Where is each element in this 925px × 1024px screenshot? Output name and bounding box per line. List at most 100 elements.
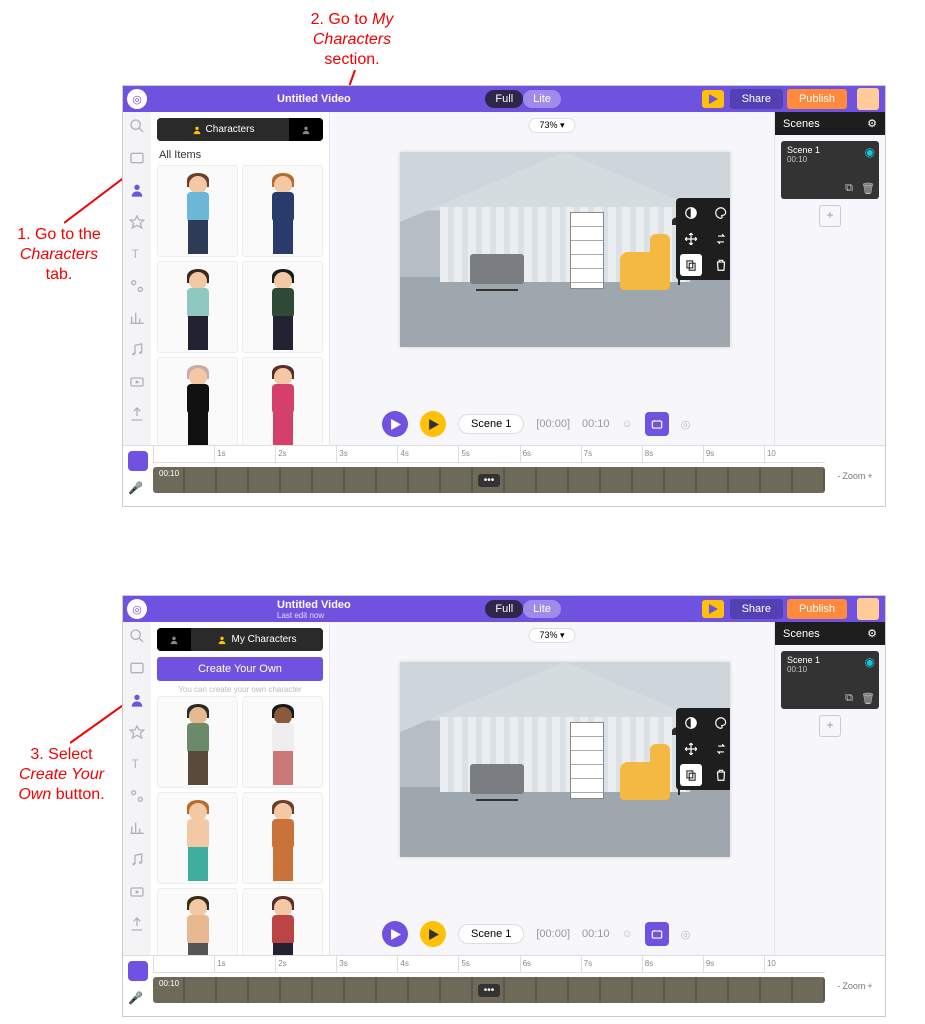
play-button[interactable]: [702, 90, 724, 108]
characters-icon[interactable]: [129, 182, 145, 198]
character-item[interactable]: [242, 888, 323, 955]
tab-characters[interactable]: Characters: [157, 118, 289, 141]
tab-my-characters[interactable]: My Characters: [191, 628, 323, 651]
zoom-selector[interactable]: 73% ▾: [528, 118, 575, 133]
tool-palette[interactable]: [710, 202, 730, 224]
timeline-video-icon[interactable]: [128, 961, 148, 981]
timeline-track[interactable]: 00:10•••: [153, 977, 825, 1003]
add-scene-button[interactable]: +: [819, 715, 841, 737]
play-all[interactable]: [420, 411, 446, 437]
tab-characters[interactable]: [157, 628, 191, 651]
character-item[interactable]: [242, 261, 323, 353]
timeline-zoom[interactable]: - Zoom +: [825, 446, 885, 506]
tool-palette[interactable]: [710, 712, 730, 734]
play-scene[interactable]: [382, 411, 408, 437]
pose-icon[interactable]: ☺: [622, 928, 633, 940]
stage[interactable]: [400, 152, 730, 347]
user-avatar[interactable]: [857, 598, 879, 620]
scene-chip[interactable]: Scene 1: [458, 924, 524, 944]
timeline-zoom[interactable]: - Zoom +: [825, 956, 885, 1016]
character-item[interactable]: [157, 792, 238, 884]
target-icon[interactable]: ◎: [681, 928, 691, 941]
upload-icon[interactable]: [129, 406, 145, 422]
character-item[interactable]: [242, 792, 323, 884]
scenes-settings-icon[interactable]: ⚙: [867, 627, 877, 640]
characters-icon[interactable]: [129, 692, 145, 708]
tool-contrast[interactable]: [680, 202, 702, 224]
topbar: ◎ Untitled Video Last edit now Full Lite…: [123, 596, 885, 622]
tool-delete[interactable]: [710, 764, 730, 786]
effects-icon[interactable]: [129, 278, 145, 294]
upload-icon[interactable]: [129, 916, 145, 932]
video-icon[interactable]: [129, 374, 145, 390]
effects-icon[interactable]: [129, 788, 145, 804]
mode-full[interactable]: Full: [485, 600, 523, 618]
scene-thumbnail[interactable]: Scene 1 00:10 ◉ ⧉🗑: [781, 651, 879, 709]
tool-contrast[interactable]: [680, 712, 702, 734]
search-icon[interactable]: [129, 628, 145, 644]
scene-delete-icon[interactable]: 🗑: [861, 692, 875, 705]
props-icon[interactable]: [129, 724, 145, 740]
backgrounds-icon[interactable]: [129, 660, 145, 676]
create-your-own-button[interactable]: Create Your Own: [157, 657, 323, 681]
timeline-video-icon[interactable]: [128, 451, 148, 471]
track-menu[interactable]: •••: [478, 474, 501, 487]
camera-icon[interactable]: [645, 922, 669, 946]
timeline-track[interactable]: 00:10•••: [153, 467, 825, 493]
add-scene-button[interactable]: +: [819, 205, 841, 227]
timeline-mic-icon[interactable]: 🎤: [128, 481, 148, 501]
tool-copy[interactable]: [680, 254, 702, 276]
character-item[interactable]: [242, 696, 323, 788]
app-logo[interactable]: ◎: [127, 599, 147, 619]
tool-swap[interactable]: [710, 228, 730, 250]
music-icon[interactable]: [129, 342, 145, 358]
props-icon[interactable]: [129, 214, 145, 230]
track-menu[interactable]: •••: [478, 984, 501, 997]
tool-delete[interactable]: [710, 254, 730, 276]
scene-chip[interactable]: Scene 1: [458, 414, 524, 434]
play-button[interactable]: [702, 600, 724, 618]
scene-copy-icon[interactable]: ⧉: [845, 182, 853, 195]
tool-move[interactable]: [680, 228, 702, 250]
app-logo[interactable]: ◎: [127, 89, 147, 109]
video-icon[interactable]: [129, 884, 145, 900]
character-item[interactable]: [157, 261, 238, 353]
search-icon[interactable]: [129, 118, 145, 134]
pose-icon[interactable]: ☺: [622, 418, 633, 430]
user-avatar[interactable]: [857, 88, 879, 110]
scene-copy-icon[interactable]: ⧉: [845, 692, 853, 705]
mode-lite[interactable]: Lite: [523, 90, 561, 108]
zoom-selector[interactable]: 73% ▾: [528, 628, 575, 643]
publish-button[interactable]: Publish: [787, 599, 847, 619]
character-item[interactable]: [157, 165, 238, 257]
backgrounds-icon[interactable]: [129, 150, 145, 166]
stage[interactable]: [400, 662, 730, 857]
tool-copy[interactable]: [680, 764, 702, 786]
character-item[interactable]: [157, 696, 238, 788]
target-icon[interactable]: ◎: [681, 418, 691, 431]
scene-thumbnail[interactable]: Scene 1 00:10 ◉ ⧉🗑: [781, 141, 879, 199]
chart-icon[interactable]: [129, 310, 145, 326]
character-item[interactable]: [157, 888, 238, 955]
play-scene[interactable]: [382, 921, 408, 947]
tab-my-characters[interactable]: [289, 118, 323, 141]
publish-button[interactable]: Publish: [787, 89, 847, 109]
scenes-settings-icon[interactable]: ⚙: [867, 117, 877, 130]
text-icon[interactable]: T: [129, 756, 145, 772]
music-icon[interactable]: [129, 852, 145, 868]
tool-swap[interactable]: [710, 738, 730, 760]
character-item[interactable]: [157, 357, 238, 445]
scene-delete-icon[interactable]: 🗑: [861, 182, 875, 195]
mode-lite[interactable]: Lite: [523, 600, 561, 618]
camera-icon[interactable]: [645, 412, 669, 436]
timeline-mic-icon[interactable]: 🎤: [128, 991, 148, 1011]
play-all[interactable]: [420, 921, 446, 947]
share-button[interactable]: Share: [730, 89, 783, 109]
chart-icon[interactable]: [129, 820, 145, 836]
text-icon[interactable]: T: [129, 246, 145, 262]
character-item[interactable]: [242, 165, 323, 257]
share-button[interactable]: Share: [730, 599, 783, 619]
tool-move[interactable]: [680, 738, 702, 760]
mode-full[interactable]: Full: [485, 90, 523, 108]
character-item[interactable]: [242, 357, 323, 445]
